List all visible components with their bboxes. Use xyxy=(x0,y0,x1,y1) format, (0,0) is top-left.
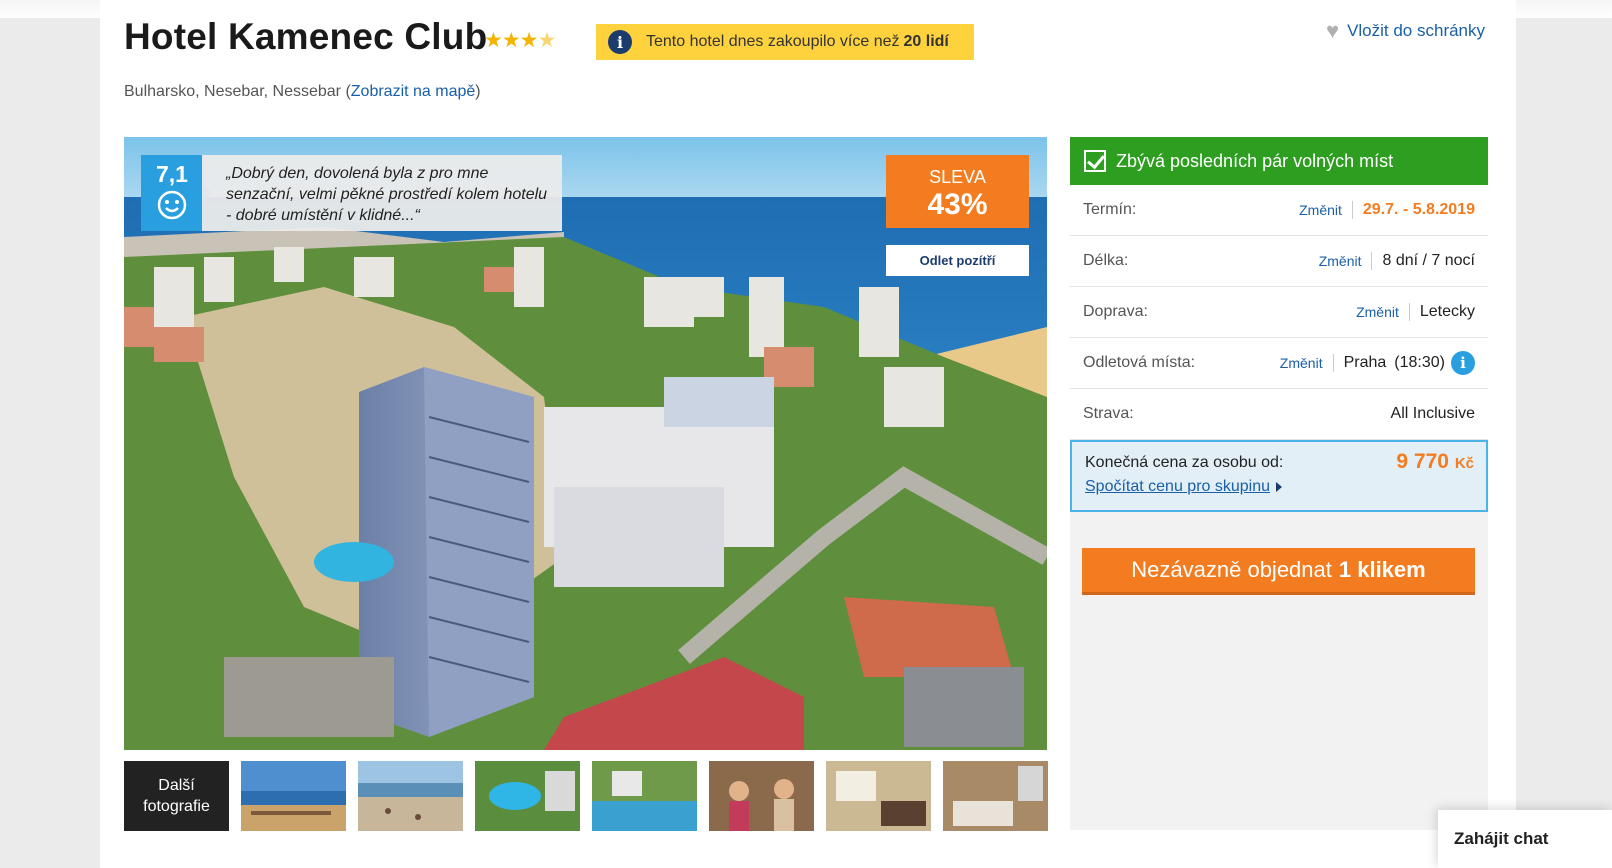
discount-badge: SLEVA 43% xyxy=(886,155,1029,228)
row-transport: Doprava: Změnit Letecky xyxy=(1070,287,1488,338)
booking-panel: Zbývá posledních pár volných míst Termín… xyxy=(1070,137,1488,830)
length-value: 8 dní / 7 nocí xyxy=(1382,252,1475,269)
change-departure-link[interactable]: Změnit xyxy=(1280,354,1334,372)
caret-right-icon xyxy=(1276,481,1283,492)
group-price-label: Spočítat cenu pro skupinu xyxy=(1085,478,1271,495)
change-transport-link[interactable]: Změnit xyxy=(1356,303,1410,321)
hotel-title: Hotel Kamenec Club xyxy=(124,16,488,57)
row-board: Strava: All Inclusive xyxy=(1070,389,1488,440)
length-label: Délka: xyxy=(1083,252,1129,269)
thumbnail-garden[interactable] xyxy=(592,761,697,831)
departure-badge: Odlet pozítří xyxy=(886,245,1029,276)
hotel-location: Bulharsko, Nesebar, Nessebar (Zobrazit n… xyxy=(124,83,481,101)
order-label-bold: 1 klikem xyxy=(1338,557,1426,582)
rating-score: 7,1 xyxy=(156,161,188,187)
smiley-icon xyxy=(157,190,187,225)
change-length-link[interactable]: Změnit xyxy=(1319,252,1373,270)
checkbox-check-icon xyxy=(1084,150,1106,172)
star-rating: ★★★★ xyxy=(484,28,556,53)
stars-full: ★★★ xyxy=(484,29,538,52)
row-departure: Odletová místa: Změnit Praha (18:30) i xyxy=(1070,338,1488,389)
more-photos-button[interactable]: Další fotografie xyxy=(124,761,229,831)
availability-banner: Zbývá posledních pár volných míst xyxy=(1070,137,1488,185)
notice-text: Tento hotel dnes zakoupilo více než xyxy=(646,33,900,50)
more-photos-label-1: Další xyxy=(158,777,195,794)
favorites-label: Vložit do schránky xyxy=(1347,21,1486,40)
thumbnail-pool[interactable] xyxy=(475,761,580,831)
thumbnail-bedroom[interactable] xyxy=(943,761,1048,831)
transport-label: Doprava: xyxy=(1083,303,1148,320)
info-icon[interactable]: i xyxy=(1451,351,1475,375)
change-term-link[interactable]: Změnit xyxy=(1299,201,1353,219)
board-value: All Inclusive xyxy=(1390,405,1475,422)
review-rating-badge: 7,1 xyxy=(141,155,212,231)
price-label: Konečná cena za osobu od: xyxy=(1085,454,1284,471)
order-button[interactable]: Nezávazně objednat 1 klikem xyxy=(1082,548,1475,595)
group-price-link[interactable]: Spočítat cenu pro skupinu xyxy=(1085,478,1283,496)
location-suffix: ) xyxy=(475,83,481,100)
term-value: 29.7. - 5.8.2019 xyxy=(1362,201,1475,218)
start-chat-button[interactable]: Zahájit chat xyxy=(1438,810,1612,868)
departure-city: Praha xyxy=(1343,354,1387,371)
notice-count: 20 lidí xyxy=(903,33,949,50)
thumbnail-bar[interactable] xyxy=(709,761,814,831)
add-to-favorites[interactable]: ♥ Vložit do schránky xyxy=(1326,18,1485,44)
thumbnail-beach-crowd[interactable] xyxy=(358,761,463,831)
term-label: Termín: xyxy=(1083,201,1137,218)
location-text: Bulharsko, Nesebar, Nessebar ( xyxy=(124,83,351,100)
departure-label: Odletová místa: xyxy=(1083,354,1196,371)
star-half-icon: ★ xyxy=(537,29,556,52)
thumbnail-room[interactable] xyxy=(826,761,931,831)
purchase-notice: i Tento hotel dnes zakoupilo více než 20 … xyxy=(596,24,974,60)
booking-details: Termín: Změnit 29.7. - 5.8.2019 Délka: Zm… xyxy=(1070,185,1488,440)
departure-time: (18:30) xyxy=(1394,354,1445,371)
price-currency: Kč xyxy=(1454,455,1474,472)
row-term: Termín: Změnit 29.7. - 5.8.2019 xyxy=(1070,185,1488,236)
row-length: Délka: Změnit 8 dní / 7 nocí xyxy=(1070,236,1488,287)
show-on-map-link[interactable]: Zobrazit na mapě xyxy=(351,83,476,100)
review-quote: „Dobrý den, dovolená byla z pro mne senz… xyxy=(202,155,562,231)
heart-icon: ♥ xyxy=(1326,18,1340,43)
board-label: Strava: xyxy=(1083,405,1134,422)
photo-thumbnails: Další fotografie xyxy=(124,761,1060,831)
price-box: Konečná cena za osobu od: 9 770 Kč Spočí… xyxy=(1070,440,1488,512)
availability-text: Zbývá posledních pár volných míst xyxy=(1116,150,1394,171)
discount-value: 43% xyxy=(927,188,988,221)
price-amount: 9 770 Kč xyxy=(1396,450,1474,474)
info-icon: i xyxy=(608,30,632,54)
transport-value: Letecky xyxy=(1419,303,1475,320)
more-photos-label-2: fotografie xyxy=(143,798,210,815)
price-value: 9 770 xyxy=(1396,450,1449,473)
discount-label: SLEVA xyxy=(929,167,986,187)
thumbnail-beach-aerial[interactable] xyxy=(241,761,346,831)
order-label: Nezávazně objednat xyxy=(1131,557,1332,582)
